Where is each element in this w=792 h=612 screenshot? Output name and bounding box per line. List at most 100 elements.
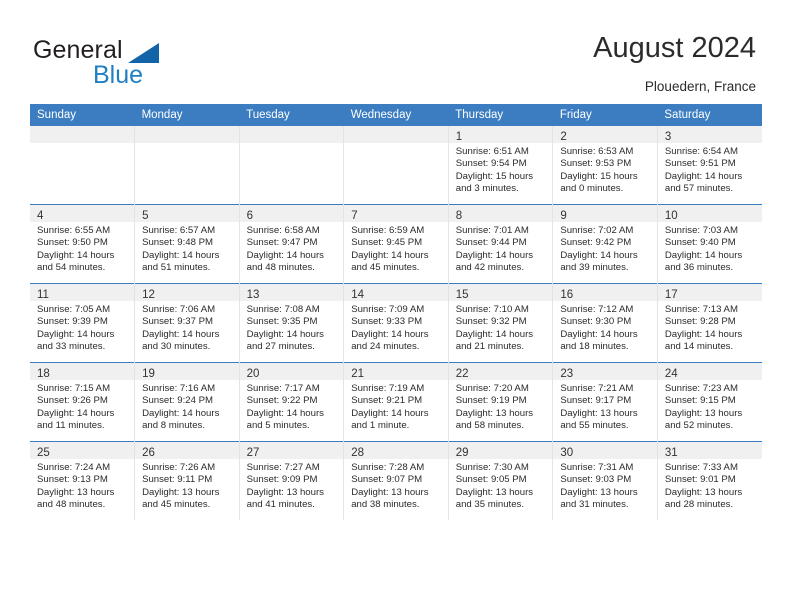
sunrise-time: Sunrise: 6:57 AM <box>142 225 216 236</box>
daylight-duration-line1: Daylight: 14 hours <box>142 407 220 419</box>
calendar-page: General Blue August 2024 Plouedern, Fran… <box>0 0 792 612</box>
day-number-band: 22 <box>448 363 553 380</box>
day-detail: Sunrise: 7:20 AM Sunset: 9:19 PM Daylight:… <box>449 380 553 433</box>
day-number-band <box>239 126 344 143</box>
calendar-header-row: Sunday Monday Tuesday Wednesday Thursday… <box>30 104 762 126</box>
sunrise-time: Sunrise: 6:55 AM <box>37 225 111 236</box>
calendar-day-cell[interactable]: 14 Sunrise: 7:09 AM Sunset: 9:33 PM Dayligh… <box>343 283 449 363</box>
calendar-day-cell[interactable]: 30 Sunrise: 7:31 AM Sunset: 9:03 PM Dayligh… <box>552 441 658 520</box>
day-number: 2 <box>560 131 567 143</box>
calendar-day-cell[interactable]: 22 Sunrise: 7:20 AM Sunset: 9:19 PM Dayligh… <box>447 362 553 442</box>
day-number-band: 21 <box>344 363 448 380</box>
daylight-duration-line1: Daylight: 13 hours <box>664 486 743 498</box>
daylight-duration-line1: Daylight: 14 hours <box>37 249 115 261</box>
sunrise-time: Sunrise: 7:08 AM <box>246 304 320 315</box>
day-number: 7 <box>351 210 358 222</box>
daylight-duration-line1: Daylight: 14 hours <box>664 170 743 182</box>
day-number-band: 15 <box>448 284 553 301</box>
calendar-day-cell[interactable]: 20 Sunrise: 7:17 AM Sunset: 9:22 PM Dayligh… <box>238 362 344 442</box>
calendar-day-cell[interactable]: 26 Sunrise: 7:26 AM Sunset: 9:11 PM Dayligh… <box>134 441 240 520</box>
sunrise-time: Sunrise: 6:53 AM <box>560 146 634 157</box>
sunset-time: Sunset: 9:21 PM <box>351 395 423 407</box>
logo-triangle-icon <box>128 43 159 63</box>
sunrise-sunset-calendar: Sunday Monday Tuesday Wednesday Thursday… <box>30 104 762 520</box>
daylight-duration-line1: Daylight: 13 hours <box>664 407 743 419</box>
calendar-day-cell[interactable]: 27 Sunrise: 7:27 AM Sunset: 9:09 PM Dayligh… <box>238 441 344 520</box>
day-number: 29 <box>455 447 469 459</box>
calendar-day-cell[interactable]: 17 Sunrise: 7:13 AM Sunset: 9:28 PM Dayligh… <box>656 283 762 363</box>
day-detail: Sunrise: 6:51 AM Sunset: 9:54 PM Daylight:… <box>449 143 553 196</box>
daylight-duration-line2: and 57 minutes. <box>664 183 734 195</box>
weekday-header-thursday: Thursday <box>448 104 553 126</box>
daylight-duration-line1: Daylight: 14 hours <box>142 249 220 261</box>
calendar-day-cell[interactable]: 7 Sunrise: 6:59 AM Sunset: 9:45 PM Daylight… <box>343 204 449 284</box>
calendar-day-cell[interactable]: 10 Sunrise: 7:03 AM Sunset: 9:40 PM Dayligh… <box>656 204 762 284</box>
daylight-duration-line1: Daylight: 14 hours <box>351 407 429 419</box>
calendar-day-cell[interactable]: 6 Sunrise: 6:58 AM Sunset: 9:47 PM Daylight… <box>238 204 344 284</box>
calendar-day-cell[interactable]: 2 Sunrise: 6:53 AM Sunset: 9:53 PM Daylight… <box>552 126 658 205</box>
calendar-day-cell[interactable]: 9 Sunrise: 7:02 AM Sunset: 9:42 PM Daylight… <box>552 204 658 284</box>
calendar-day-cell[interactable]: 28 Sunrise: 7:28 AM Sunset: 9:07 PM Dayligh… <box>343 441 449 520</box>
daylight-duration-line1: Daylight: 14 hours <box>455 328 534 340</box>
page-location: Plouedern, France <box>644 79 756 94</box>
day-number-band: 30 <box>553 442 657 459</box>
calendar-day-cell[interactable]: 24 Sunrise: 7:23 AM Sunset: 9:15 PM Dayligh… <box>656 362 762 442</box>
daylight-duration-line1: Daylight: 14 hours <box>142 328 220 340</box>
generalblue-logo[interactable]: General Blue <box>33 36 243 92</box>
daylight-duration-line2: and 58 minutes. <box>455 420 525 432</box>
sunset-time: Sunset: 9:51 PM <box>664 158 736 170</box>
calendar-day-cell[interactable]: 23 Sunrise: 7:21 AM Sunset: 9:17 PM Dayligh… <box>552 362 658 442</box>
daylight-duration-line2: and 5 minutes. <box>246 420 310 432</box>
daylight-duration-line1: Daylight: 13 hours <box>351 486 429 498</box>
daylight-duration-line1: Daylight: 14 hours <box>664 328 743 340</box>
day-detail: Sunrise: 7:10 AM Sunset: 9:32 PM Daylight:… <box>449 301 553 354</box>
daylight-duration-line2: and 24 minutes. <box>351 341 420 353</box>
daylight-duration-line2: and 28 minutes. <box>664 499 734 511</box>
day-number-band: 2 <box>553 126 657 143</box>
calendar-day-cell[interactable]: 25 Sunrise: 7:24 AM Sunset: 9:13 PM Dayligh… <box>30 441 135 520</box>
calendar-day-cell[interactable]: 12 Sunrise: 7:06 AM Sunset: 9:37 PM Dayligh… <box>134 283 240 363</box>
daylight-duration-line2: and 1 minute. <box>351 420 410 432</box>
calendar-day-cell[interactable]: 5 Sunrise: 6:57 AM Sunset: 9:48 PM Daylight… <box>134 204 240 284</box>
day-detail: Sunrise: 7:05 AM Sunset: 9:39 PM Daylight:… <box>30 301 134 354</box>
sunrise-time: Sunrise: 7:05 AM <box>37 304 111 315</box>
daylight-duration-line2: and 48 minutes. <box>246 262 315 274</box>
day-number: 20 <box>246 368 260 380</box>
daylight-duration-line1: Daylight: 14 hours <box>246 407 324 419</box>
sunset-time: Sunset: 9:09 PM <box>246 474 318 486</box>
sunrise-time: Sunrise: 7:01 AM <box>455 225 529 236</box>
day-detail <box>240 143 344 146</box>
day-number: 5 <box>142 210 149 222</box>
calendar-day-cell[interactable]: 21 Sunrise: 7:19 AM Sunset: 9:21 PM Dayligh… <box>343 362 449 442</box>
calendar-day-cell[interactable]: 19 Sunrise: 7:16 AM Sunset: 9:24 PM Dayligh… <box>134 362 240 442</box>
sunset-time: Sunset: 9:37 PM <box>142 316 213 328</box>
sunset-time: Sunset: 9:45 PM <box>351 237 423 249</box>
day-number: 8 <box>455 210 463 222</box>
daylight-duration-line2: and 39 minutes. <box>560 262 629 274</box>
daylight-duration-line1: Daylight: 14 hours <box>37 407 115 419</box>
day-detail: Sunrise: 7:31 AM Sunset: 9:03 PM Daylight:… <box>553 459 657 512</box>
calendar-day-cell[interactable]: 29 Sunrise: 7:30 AM Sunset: 9:05 PM Dayligh… <box>447 441 553 520</box>
calendar-day-cell[interactable]: 16 Sunrise: 7:12 AM Sunset: 9:30 PM Dayligh… <box>552 283 658 363</box>
day-detail <box>344 143 448 146</box>
calendar-day-cell[interactable]: 31 Sunrise: 7:33 AM Sunset: 9:01 PM Dayligh… <box>656 441 762 520</box>
daylight-duration-line2: and 14 minutes. <box>664 341 734 353</box>
calendar-day-cell[interactable]: 3 Sunrise: 6:54 AM Sunset: 9:51 PM Daylight… <box>656 126 762 205</box>
day-number: 17 <box>664 289 678 301</box>
calendar-day-cell[interactable]: 15 Sunrise: 7:10 AM Sunset: 9:32 PM Dayligh… <box>447 283 553 363</box>
calendar-day-cell[interactable]: 11 Sunrise: 7:05 AM Sunset: 9:39 PM Dayligh… <box>30 283 135 363</box>
daylight-duration-line1: Daylight: 14 hours <box>37 328 115 340</box>
calendar-day-cell[interactable]: 4 Sunrise: 6:55 AM Sunset: 9:50 PM Daylight… <box>30 204 135 284</box>
calendar-day-cell[interactable]: 18 Sunrise: 7:15 AM Sunset: 9:26 PM Dayligh… <box>30 362 135 442</box>
day-detail: Sunrise: 7:28 AM Sunset: 9:07 PM Daylight:… <box>344 459 448 512</box>
daylight-duration-line2: and 42 minutes. <box>455 262 525 274</box>
daylight-duration-line2: and 3 minutes. <box>455 183 519 195</box>
calendar-day-cell[interactable]: 8 Sunrise: 7:01 AM Sunset: 9:44 PM Daylight… <box>447 204 553 284</box>
calendar-day-cell[interactable]: 13 Sunrise: 7:08 AM Sunset: 9:35 PM Dayligh… <box>238 283 344 363</box>
day-number-band: 7 <box>344 205 448 222</box>
sunset-time: Sunset: 9:53 PM <box>560 158 632 170</box>
calendar-day-cell-empty <box>134 126 240 205</box>
day-number: 11 <box>37 289 49 301</box>
day-detail: Sunrise: 7:09 AM Sunset: 9:33 PM Daylight:… <box>344 301 448 354</box>
calendar-day-cell[interactable]: 1 Sunrise: 6:51 AM Sunset: 9:54 PM Daylight… <box>447 126 553 205</box>
